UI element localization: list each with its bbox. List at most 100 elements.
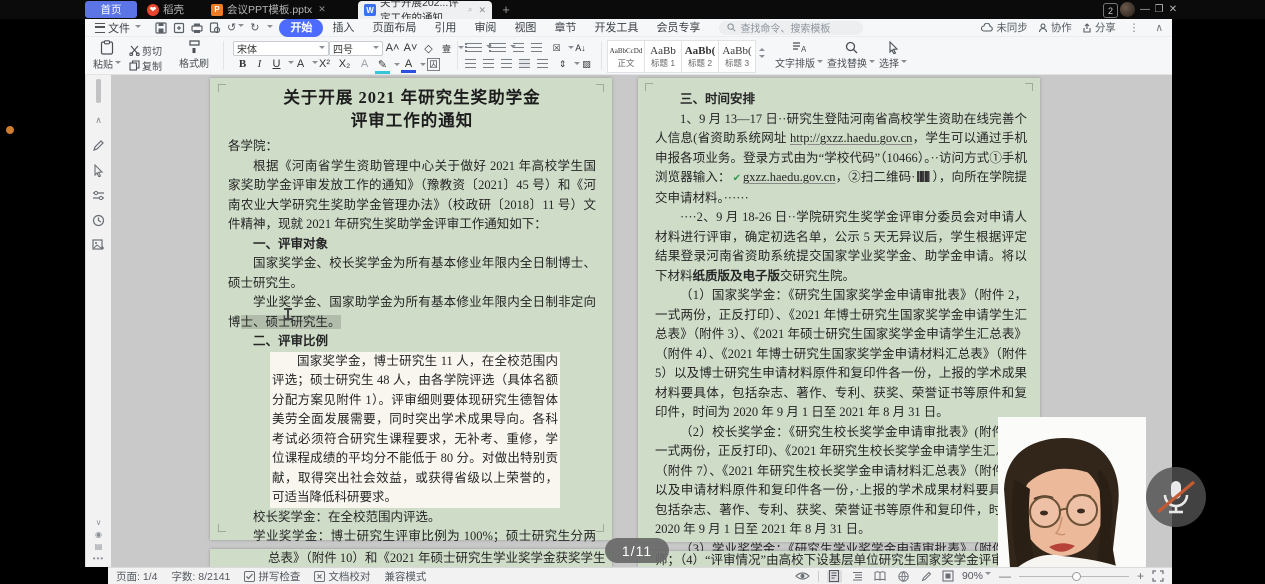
notification-badge[interactable]: 2 — [1103, 3, 1118, 18]
style-heading-1[interactable]: AaBb 标题 1 — [644, 40, 682, 73]
styles-scroll-buttons[interactable] — [757, 45, 765, 61]
menu-tab-review[interactable]: 审阅 — [465, 20, 505, 36]
bold-button[interactable]: B — [235, 58, 250, 70]
superscript-button[interactable]: X² — [317, 58, 332, 70]
page-nav-list-icon[interactable]: ▤ — [95, 542, 103, 551]
command-search-box[interactable]: 查找命令、搜索模板 — [719, 21, 863, 35]
history-tool[interactable] — [91, 212, 107, 228]
paste-button[interactable]: 粘贴 — [93, 40, 121, 71]
share-button[interactable]: 分享 — [1082, 20, 1116, 35]
subscript-button[interactable]: X₂ — [337, 58, 352, 70]
menu-tab-membership[interactable]: 会员专享 — [647, 20, 709, 36]
collapse-ribbon-icon[interactable]: ∧ — [1152, 22, 1166, 34]
tab-close-icon[interactable]: ✕ — [318, 4, 326, 15]
user-avatar[interactable] — [1120, 2, 1135, 17]
style-heading-2[interactable]: AaBb( 标题 2 — [681, 40, 719, 73]
export-icon[interactable] — [173, 22, 185, 34]
print-icon[interactable] — [191, 22, 203, 34]
collaborate-button[interactable]: 协作 — [1038, 20, 1072, 35]
find-replace-button[interactable]: 查找替换 — [827, 41, 875, 70]
customize-quickbar-icon[interactable] — [267, 25, 273, 31]
restore-button[interactable]: ❐ — [1152, 2, 1166, 17]
file-menu[interactable]: 文件 — [85, 20, 149, 36]
style-normal[interactable]: AaBbCcDd 正文 — [607, 40, 645, 73]
menu-tab-section[interactable]: 章节 — [545, 20, 585, 36]
font-color-button[interactable]: A — [401, 58, 426, 73]
underline-button[interactable]: U — [269, 58, 294, 70]
undo-icon[interactable]: ↺ — [227, 21, 244, 34]
pin-icon[interactable]: ⌕ — [468, 5, 472, 15]
align-center-button[interactable] — [483, 59, 494, 68]
tab-ppt-document[interactable]: P 会议PPT模板.pptx ✕ — [205, 1, 355, 18]
numbered-list-button[interactable] — [489, 43, 516, 52]
print-preview-icon[interactable] — [209, 22, 221, 34]
zoom-level[interactable]: 90% — [962, 570, 991, 582]
align-right-button[interactable] — [501, 59, 512, 68]
microphone-muted-button[interactable] — [1145, 466, 1207, 528]
distribute-button[interactable] — [537, 59, 548, 68]
sync-status[interactable]: 未同步 — [981, 20, 1028, 35]
grow-font-button[interactable]: A˄ — [385, 42, 400, 54]
phonetic-guide-button[interactable]: 壹 — [439, 42, 464, 55]
zoom-in-button[interactable]: + — [1137, 569, 1144, 583]
page-view-button[interactable] — [827, 570, 842, 583]
spell-check-toggle[interactable]: 拼写检查 — [244, 569, 300, 584]
shrink-font-button[interactable]: A˅ — [403, 42, 418, 54]
tab-home[interactable]: 首页 — [85, 1, 137, 18]
close-button[interactable]: ✕ — [1166, 2, 1180, 17]
fit-page-icon[interactable] — [942, 570, 954, 582]
menu-tab-dev-tools[interactable]: 开发工具 — [585, 20, 647, 36]
align-left-button[interactable] — [465, 59, 476, 68]
sort-button[interactable]: A↓ — [573, 43, 588, 53]
redo-icon[interactable]: ↻ — [250, 21, 259, 34]
font-size-select[interactable]: 四号 — [329, 41, 383, 56]
menu-tab-home[interactable]: 开始 — [279, 19, 323, 37]
more-tools-icon[interactable]: ••• — [93, 554, 104, 563]
auto-typeset-button[interactable]: ☒ — [549, 43, 574, 54]
increase-indent-button[interactable] — [531, 43, 542, 52]
ink-annotation-button[interactable] — [919, 570, 934, 583]
character-style-button[interactable]: A — [293, 58, 318, 70]
character-border-button[interactable]: 囚 — [427, 58, 440, 71]
tab-docer[interactable]: ❤ 稻壳 — [141, 1, 201, 18]
vertical-scrollbar-thumb[interactable] — [96, 79, 101, 103]
page-nav-up-icon[interactable]: ∨ — [96, 518, 102, 527]
more-menu-icon[interactable]: ⋮ — [1126, 22, 1143, 34]
highlight-color-button[interactable]: ✎ — [375, 58, 400, 74]
text-effect-button[interactable]: A — [357, 58, 372, 70]
tab-close-icon[interactable]: ✕ — [478, 5, 486, 16]
select-tool[interactable] — [91, 162, 107, 178]
cut-button[interactable]: 剪切 — [129, 43, 162, 58]
ink-pen-tool[interactable] — [91, 137, 107, 153]
zoom-slider[interactable] — [1019, 576, 1129, 577]
zoom-slider-thumb[interactable] — [1072, 572, 1081, 581]
adjust-settings-tool[interactable] — [91, 187, 107, 203]
bullet-list-button[interactable] — [465, 43, 492, 52]
web-layout-button[interactable] — [896, 570, 911, 583]
justify-button[interactable] — [519, 59, 530, 68]
export-image-tool[interactable] — [91, 237, 107, 253]
copy-button[interactable]: 复制 — [129, 58, 162, 73]
menu-tab-view[interactable]: 视图 — [505, 20, 545, 36]
format-painter-button[interactable]: 格式刷 — [179, 40, 209, 70]
word-count[interactable]: 字数: 8/2141 — [171, 569, 230, 584]
decrease-indent-button[interactable] — [513, 43, 524, 52]
font-name-select[interactable]: 宋体 — [233, 41, 329, 56]
outline-view-button[interactable] — [850, 570, 865, 583]
eye-protection-icon[interactable] — [795, 571, 810, 581]
menu-tab-page-layout[interactable]: 页面布局 — [363, 20, 425, 36]
text-layout-button[interactable]: A 文字排版 — [775, 41, 823, 70]
save-icon[interactable] — [155, 22, 167, 34]
menu-tab-references[interactable]: 引用 — [425, 20, 465, 36]
shading-button[interactable]: ▨ — [579, 59, 594, 70]
select-button[interactable]: 选择 — [879, 41, 907, 70]
new-tab-button[interactable]: + — [498, 1, 514, 18]
style-heading-3[interactable]: AaBb( 标题 3 — [718, 40, 756, 73]
italic-button[interactable]: I — [252, 58, 267, 70]
page-nav-dial-icon[interactable]: ◉ — [95, 530, 102, 539]
fullscreen-icon[interactable] — [1152, 570, 1164, 582]
line-spacing-button[interactable]: ⇕ — [555, 59, 580, 70]
scroll-up-icon[interactable]: ∧ — [91, 112, 107, 128]
zoom-out-button[interactable]: — — [999, 569, 1011, 583]
menu-tab-insert[interactable]: 插入 — [323, 20, 363, 36]
